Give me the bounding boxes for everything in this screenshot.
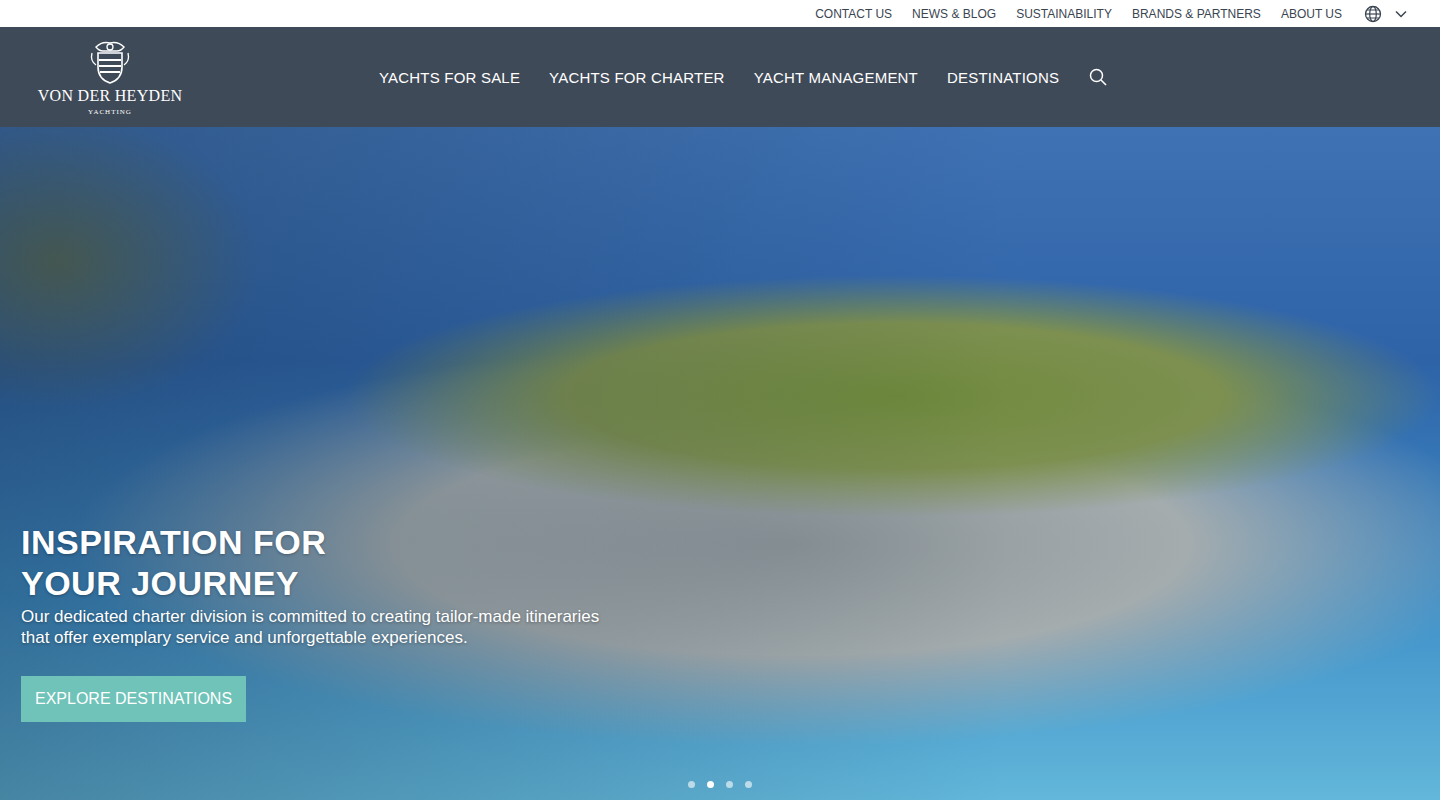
carousel-dots: [0, 781, 1440, 788]
nav-item[interactable]: YACHTS FOR CHARTER: [549, 69, 725, 86]
utility-link[interactable]: CONTACT US: [815, 7, 892, 21]
carousel-dot[interactable]: [745, 781, 752, 788]
hero-banner: INSPIRATION FORYOUR JOURNEYOur dedicated…: [0, 127, 1440, 800]
hero-text: Our dedicated charter division is commit…: [21, 606, 621, 648]
globe-icon: [1364, 5, 1382, 23]
nav-item[interactable]: YACHTS FOR SALE: [379, 69, 520, 86]
search-icon[interactable]: [1089, 68, 1107, 86]
carousel-dot[interactable]: [688, 781, 695, 788]
logo-tagline: YACHTING: [88, 108, 132, 116]
utility-link[interactable]: NEWS & BLOG: [912, 7, 996, 21]
logo-name: VON DER HEYDEN: [38, 87, 183, 105]
language-selector[interactable]: [1364, 5, 1408, 23]
crest-icon: [88, 39, 132, 85]
chevron-down-icon: [1394, 9, 1408, 19]
utility-link[interactable]: SUSTAINABILITY: [1016, 7, 1112, 21]
utility-bar: CONTACT US NEWS & BLOG SUSTAINABILITY BRAND…: [0, 0, 1440, 27]
nav-menu: YACHTS FOR SALE YACHTS FOR CHARTER YACHT M…: [379, 68, 1107, 86]
nav-item[interactable]: YACHT MANAGEMENT: [754, 69, 918, 86]
carousel-dot[interactable]: [707, 781, 714, 788]
main-navigation: VON DER HEYDENYACHTINGYACHTS FOR SALEYAC…: [0, 27, 1440, 127]
hero-content: INSPIRATION FORYOUR JOURNEYOur dedicated…: [21, 522, 1440, 722]
utility-link[interactable]: BRANDS & PARTNERS: [1132, 7, 1261, 21]
page: CONTACT US NEWS & BLOG SUSTAINABILITY BRAND…: [0, 0, 1440, 800]
explore-destinations-button[interactable]: EXPLORE DESTINATIONS: [21, 676, 246, 722]
carousel-dot[interactable]: [726, 781, 733, 788]
hero-title: INSPIRATION FORYOUR JOURNEY: [21, 522, 326, 604]
utility-link[interactable]: ABOUT US: [1281, 7, 1342, 21]
logo[interactable]: VON DER HEYDEN YACHTING: [40, 39, 180, 116]
nav-item[interactable]: DESTINATIONS: [947, 69, 1059, 86]
